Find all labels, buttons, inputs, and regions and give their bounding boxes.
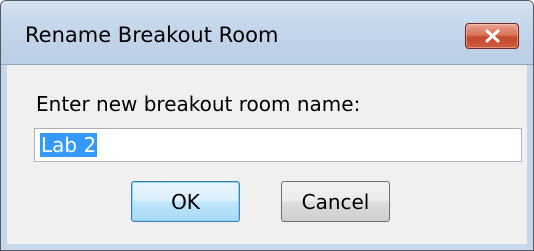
room-name-selected-text: Lab 2 — [40, 133, 98, 157]
rename-breakout-room-dialog: Rename Breakout Room Enter new breakout … — [0, 0, 534, 251]
prompt-label: Enter new breakout room name: — [36, 92, 361, 116]
close-button[interactable] — [465, 23, 519, 49]
cancel-button[interactable]: Cancel — [281, 181, 390, 222]
title-bar[interactable]: Rename Breakout Room — [1, 1, 533, 65]
ok-button[interactable]: OK — [131, 181, 240, 222]
dialog-title: Rename Breakout Room — [25, 23, 279, 47]
room-name-input[interactable]: Lab 2 — [34, 128, 522, 162]
dialog-body: Enter new breakout room name: Lab 2 OK C… — [1, 65, 533, 250]
close-icon — [485, 29, 500, 43]
